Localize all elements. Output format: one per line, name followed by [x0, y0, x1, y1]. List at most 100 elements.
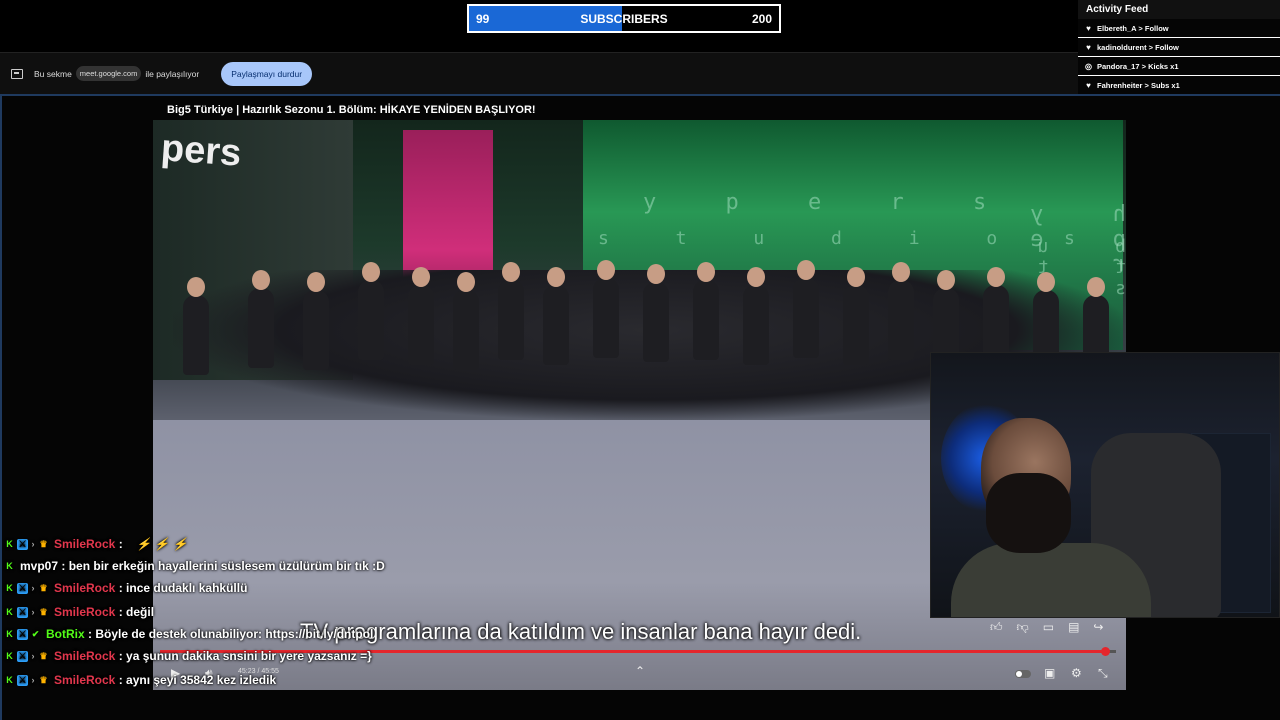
kick-badge-icon: K: [6, 675, 13, 686]
activity-feed-text: Fahrenheiter > Subs x1: [1097, 80, 1180, 90]
moderator-badge-icon: ⚔: [17, 539, 28, 551]
video-action-icons: 👍︎ 👎︎ ▭ ▤ ↪: [990, 620, 1103, 635]
chat-icon[interactable]: ▤: [1068, 620, 1079, 635]
crown-badge-icon: ♛: [39, 675, 48, 686]
stop-sharing-button[interactable]: Paylaşmayı durdur: [221, 61, 313, 86]
activity-feed-item: ♥ kadinoldurent > Follow: [1078, 38, 1280, 57]
video-person: [593, 260, 619, 358]
chat-message: K ⚔ › ♛ SmileRock : ya şunun dakika snsini b…: [4, 644, 424, 668]
chat-message-text: değil: [126, 605, 155, 619]
like-icon[interactable]: 👍︎: [990, 620, 1003, 635]
video-progress-handle[interactable]: [1100, 647, 1110, 656]
chat-message: Kmvp07 : ben bir erkeğin hayallerini süs…: [4, 556, 424, 576]
bot-badge-icon: ✔: [31, 629, 40, 640]
activity-feed-text: kadinoldurent > Follow: [1097, 42, 1179, 52]
subscriber-goal-target: 200: [751, 12, 772, 26]
chat-message-text: aynı şeyi 35842 kez izledik: [126, 673, 277, 687]
subtitles-icon[interactable]: ▣: [1044, 666, 1055, 680]
stream-overlay-root: 99 SUBSCRIBERS 200 Activity Feed ♥ Elbere…: [0, 0, 1280, 720]
autoplay-toggle[interactable]: [1015, 670, 1031, 678]
share-suffix-text: ile paylaşılıyor: [145, 68, 200, 79]
chat-message: K ⚔ › ♛ SmileRock : ince dudaklı kahküllü: [4, 576, 424, 600]
video-title: Big5 Türkiye | Hazırlık Sezonu 1. Bölüm:…: [167, 104, 536, 116]
chat-message-text: Böyle de destek olunabiliyor: https://bi…: [95, 627, 374, 641]
video-person: [358, 262, 384, 360]
heart-icon: ♥: [1086, 23, 1091, 33]
video-person: [303, 272, 329, 370]
video-person: [408, 267, 434, 365]
share-icon[interactable]: ↪: [1093, 620, 1103, 635]
video-person: [693, 262, 719, 360]
crown-badge-icon: ♛: [39, 539, 48, 550]
gear-icon[interactable]: ⚙: [1071, 666, 1082, 680]
chat-message-text: ya şunun dakika snsini bir yere yazsanız…: [126, 649, 372, 663]
video-person: [453, 272, 479, 370]
kick-badge-icon: K: [6, 651, 13, 662]
chat-separator: :: [84, 627, 96, 641]
chat-separator: :: [115, 673, 127, 687]
tab-sharing-bar: Bu sekme meet.google.com ile paylaşılıyo…: [0, 52, 1078, 94]
crown-badge-icon: ♛: [39, 651, 48, 662]
chat-message-text: ben bir erkeğin hayallerini süslesem üzü…: [68, 559, 385, 573]
kick-badge-icon: K: [6, 629, 13, 640]
chat-separator: :: [115, 537, 127, 551]
webcam-overlay: [930, 352, 1280, 618]
share-prefix-text: Bu sekme: [34, 68, 72, 79]
activity-feed-item: ◎ Pandora_17 > Kicks x1: [1078, 57, 1280, 76]
activity-feed-text: Pandora_17 > Kicks x1: [1097, 61, 1179, 71]
tab-share-icon: [11, 68, 23, 79]
activity-feed-item: ♥ Elbereth_A > Follow: [1078, 19, 1280, 38]
chat-username[interactable]: SmileRock: [54, 649, 115, 663]
chat-separator: :: [115, 605, 127, 619]
chevron-up-icon[interactable]: ⌃: [635, 664, 645, 678]
fullscreen-exit-icon[interactable]: ⤡: [1098, 666, 1108, 681]
crown-badge-icon: ♛: [39, 607, 48, 618]
kick-badge-icon: K: [6, 583, 13, 594]
video-brand-sign: pers: [159, 127, 243, 175]
chat-separator: :: [115, 649, 127, 663]
moderator-badge-icon: ⚔: [17, 607, 28, 619]
chat-message: K ⚔ › ♛ SmileRock : değil: [4, 600, 424, 624]
chat-message-text: ince dudaklı kahküllü: [126, 581, 248, 595]
video-person: [843, 267, 869, 365]
chat-username[interactable]: SmileRock: [54, 605, 115, 619]
video-person: [543, 267, 569, 365]
chat-username[interactable]: SmileRock: [54, 581, 115, 595]
video-person: [643, 264, 669, 362]
chat-overlay: K ⚔ › ♛ SmileRock : ⚡ ⚡ ⚡ Kmvp07 : ben bir er…: [4, 532, 424, 692]
kick-badge-icon: K: [6, 539, 13, 550]
activity-feed-title: Activity Feed: [1078, 0, 1280, 19]
chat-message: K ⚔ › ♛ SmileRock : ⚡ ⚡ ⚡: [4, 532, 424, 556]
video-person: [793, 260, 819, 358]
video-person: [183, 277, 209, 375]
moderator-badge-icon: ⚔: [17, 651, 28, 663]
chat-separator: :: [115, 581, 127, 595]
chat-username[interactable]: SmileRock: [54, 537, 115, 551]
chat-username[interactable]: SmileRock: [54, 673, 115, 687]
moderator-badge-icon: ⚔: [17, 675, 28, 687]
activity-feed-text: Elbereth_A > Follow: [1097, 23, 1169, 33]
subscriber-badge-icon: ›: [31, 675, 35, 686]
chat-message: K ⚔ ✔ BotRix : Böyle de destek olunabiliyor…: [4, 624, 424, 644]
video-person: [248, 270, 274, 368]
moderator-badge-icon: ⚔: [17, 583, 28, 595]
comment-icon[interactable]: ▭: [1043, 620, 1054, 635]
video-person: [498, 262, 524, 360]
webcam-streamer-body: [951, 543, 1151, 617]
chat-emotes: ⚡ ⚡ ⚡: [136, 537, 188, 551]
subscriber-badge-icon: ›: [31, 539, 35, 550]
kick-icon: ◎: [1085, 61, 1092, 71]
subscriber-badge-icon: ›: [31, 607, 35, 618]
webcam-streamer-beard: [986, 473, 1071, 553]
subscriber-badge-icon: ›: [31, 583, 35, 594]
subscriber-badge-icon: ›: [31, 651, 35, 662]
dislike-icon[interactable]: 👎︎: [1017, 620, 1029, 635]
chat-username[interactable]: mvp07: [20, 559, 58, 573]
video-person: [743, 267, 769, 365]
chat-username[interactable]: BotRix: [46, 627, 85, 641]
heart-icon: ♥: [1086, 80, 1091, 90]
kick-badge-icon: K: [6, 561, 13, 572]
crown-badge-icon: ♛: [39, 583, 48, 594]
chat-separator: :: [58, 559, 69, 573]
shared-domain-chip: meet.google.com: [75, 66, 142, 81]
